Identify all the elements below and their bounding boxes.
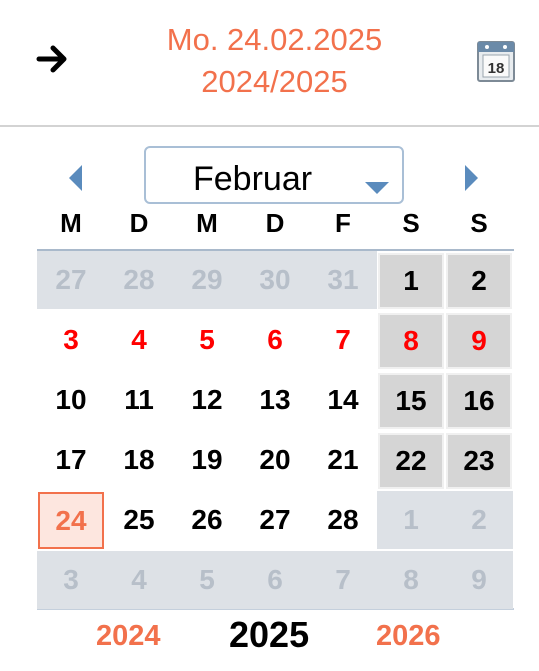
weekday-label: S <box>402 208 420 238</box>
chevron-down-icon <box>365 182 389 194</box>
day-cell[interactable]: 20 <box>241 431 309 489</box>
previous-month-button[interactable] <box>66 162 86 194</box>
day-cell[interactable]: 17 <box>37 431 105 489</box>
day-cell-outside-month[interactable]: 30 <box>241 251 309 309</box>
current-year: 2025 <box>229 614 310 655</box>
day-cell-outside-month[interactable]: 2 <box>445 491 513 549</box>
day-cell[interactable]: 8 <box>378 313 444 369</box>
weekday-header: MDMDFSS <box>37 208 514 244</box>
calendar-icon: 18 <box>477 41 515 82</box>
day-cell[interactable]: 6 <box>241 311 309 369</box>
day-cell[interactable]: 28 <box>309 491 377 549</box>
day-cell[interactable]: 27 <box>241 491 309 549</box>
weekday-label: M <box>60 208 82 238</box>
day-cell-outside-month[interactable]: 1 <box>377 491 445 549</box>
day-cell[interactable]: 12 <box>173 371 241 429</box>
season-label: 2024/2025 <box>201 64 348 99</box>
month-select[interactable]: Februar <box>144 146 404 204</box>
day-cell[interactable]: 18 <box>105 431 173 489</box>
weekday-label: S <box>470 208 488 238</box>
day-cell[interactable]: 23 <box>446 433 512 489</box>
day-cell[interactable]: 10 <box>37 371 105 429</box>
previous-year-link[interactable]: 2024 <box>96 620 161 653</box>
day-cell-outside-month[interactable]: 9 <box>445 551 513 609</box>
header: Mo. 24.02.2025 2024/2025 18 <box>0 0 539 127</box>
calendar-icon-day: 18 <box>488 60 505 77</box>
weekday-label: F <box>335 208 351 238</box>
day-cell-outside-month[interactable]: 6 <box>241 551 309 609</box>
day-cell[interactable]: 2 <box>446 253 512 309</box>
weekday-label: M <box>196 208 218 238</box>
day-cell[interactable]: 16 <box>446 373 512 429</box>
day-cell-outside-month[interactable]: 7 <box>309 551 377 609</box>
triangle-left-icon <box>69 165 82 191</box>
selected-date: Mo. 24.02.2025 <box>166 22 383 57</box>
month-select-value: Februar <box>193 160 313 198</box>
day-cell[interactable]: 4 <box>105 311 173 369</box>
day-cell[interactable]: 25 <box>105 491 173 549</box>
next-year-link[interactable]: 2026 <box>376 620 441 653</box>
day-cell[interactable]: 13 <box>241 371 309 429</box>
day-cell[interactable]: 14 <box>309 371 377 429</box>
day-cell-outside-month[interactable]: 28 <box>105 251 173 309</box>
day-cell-outside-month[interactable]: 4 <box>105 551 173 609</box>
day-cell[interactable]: 15 <box>378 373 444 429</box>
weekday-label: D <box>129 208 149 238</box>
day-cell-today[interactable]: 24 <box>38 492 104 549</box>
day-cell[interactable]: 5 <box>173 311 241 369</box>
day-cell[interactable]: 22 <box>378 433 444 489</box>
day-cell-outside-month[interactable]: 8 <box>377 551 445 609</box>
day-cell-outside-month[interactable]: 27 <box>37 251 105 309</box>
day-cell-outside-month[interactable]: 31 <box>309 251 377 309</box>
day-cell[interactable]: 11 <box>105 371 173 429</box>
day-cell[interactable]: 3 <box>37 311 105 369</box>
day-cell[interactable]: 21 <box>309 431 377 489</box>
year-switcher: 2024 2025 2026 <box>0 612 539 660</box>
weekday-label: D <box>265 208 285 238</box>
day-grid: 27 28 29 30 31 1 2 3 4 5 6 7 8 9 10 11 12 13 14 15 16 17 18 19 2… <box>37 249 514 610</box>
day-cell[interactable]: 26 <box>173 491 241 549</box>
next-month-button[interactable] <box>461 162 481 194</box>
header-divider <box>0 125 539 127</box>
calendar-button[interactable]: 18 <box>476 39 516 83</box>
day-cell[interactable]: 19 <box>173 431 241 489</box>
day-cell-outside-month[interactable]: 5 <box>173 551 241 609</box>
day-cell-outside-month[interactable]: 29 <box>173 251 241 309</box>
day-cell[interactable]: 7 <box>309 311 377 369</box>
triangle-right-icon <box>465 165 478 191</box>
day-cell[interactable]: 9 <box>446 313 512 369</box>
day-cell[interactable]: 1 <box>378 253 444 309</box>
day-cell-outside-month[interactable]: 3 <box>37 551 105 609</box>
